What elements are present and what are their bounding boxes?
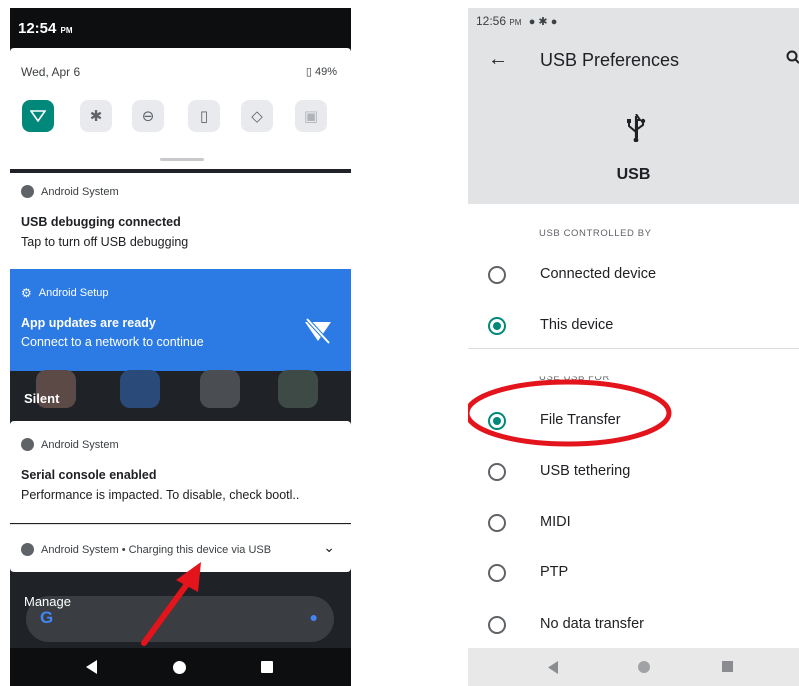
notification-shade-screenshot: 12:54 PM Wed, Apr 6 ▯ 49% ✱ ⊖ ▯ ◇ ▣ Andr… [10, 8, 351, 686]
annotation-circle [468, 379, 672, 447]
usb-preferences-screenshot: 12:56 PM ● ✱ ● ← USB Preferences USB USB… [468, 8, 799, 686]
annotation-arrow [141, 562, 201, 646]
